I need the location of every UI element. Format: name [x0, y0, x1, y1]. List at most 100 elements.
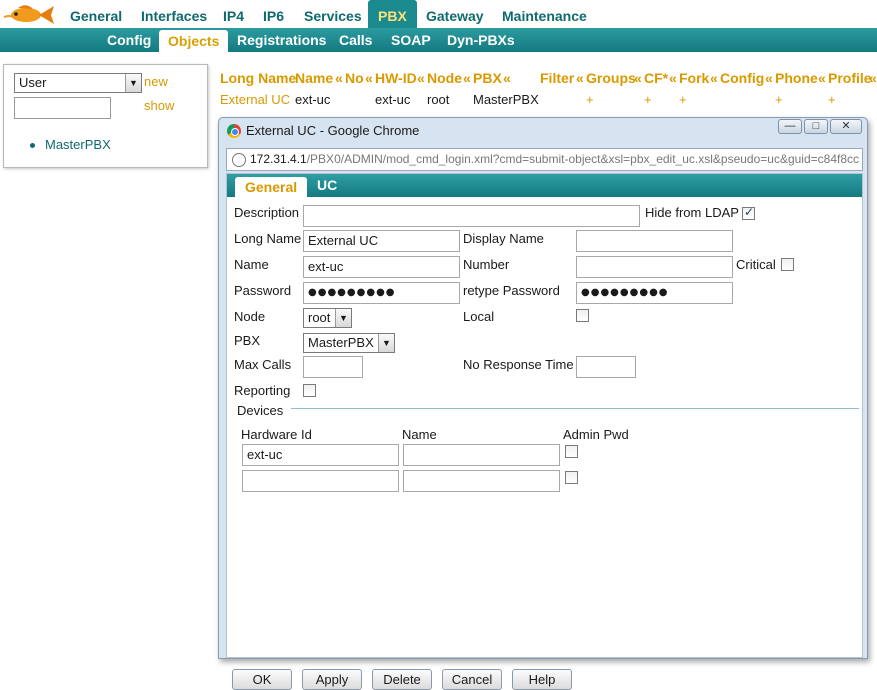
col-long-name[interactable]: Long Name	[220, 70, 296, 86]
device-name-input[interactable]	[403, 444, 560, 466]
device-hardware-id-input[interactable]	[242, 470, 399, 492]
nav-gateway[interactable]: Gateway	[426, 0, 484, 28]
tab-general[interactable]: General	[235, 177, 308, 197]
sort-icon[interactable]: «	[576, 70, 584, 86]
sort-icon[interactable]: «	[818, 70, 826, 86]
pbx-select[interactable]: MasterPBX ▼	[303, 333, 395, 353]
close-icon[interactable]: ✕	[830, 119, 862, 134]
subnav-soap[interactable]: SOAP	[391, 28, 431, 52]
object-type-select[interactable]: User ▼	[14, 73, 142, 93]
cancel-button[interactable]: Cancel	[442, 669, 502, 690]
devices-section-title: Devices	[237, 403, 284, 418]
sort-icon[interactable]: «	[503, 70, 511, 86]
hide-ldap-label: Hide from LDAP	[645, 205, 739, 220]
goldfish-logo-icon[interactable]	[2, 2, 56, 26]
col-config[interactable]: Config	[720, 70, 764, 86]
sort-icon[interactable]: «	[365, 70, 373, 86]
col-fork[interactable]: Fork	[679, 70, 709, 86]
new-link[interactable]: new	[144, 74, 168, 89]
subnav-objects[interactable]: Objects	[159, 30, 229, 52]
chevron-down-icon[interactable]: ▼	[335, 309, 351, 327]
minimize-icon[interactable]: —	[778, 119, 802, 134]
node-select-value: root	[308, 310, 331, 325]
name-label: Name	[234, 257, 269, 272]
col-no[interactable]: No	[345, 70, 364, 86]
sort-icon[interactable]: «	[634, 70, 642, 86]
help-button[interactable]: Help	[512, 669, 572, 690]
retype-password-label: retype Password	[463, 283, 560, 298]
device-name-input[interactable]	[403, 470, 560, 492]
col-cf[interactable]: CF*	[644, 70, 668, 86]
device-admin-pwd-checkbox[interactable]	[565, 445, 578, 458]
nav-maintenance[interactable]: Maintenance	[502, 0, 587, 28]
nav-interfaces[interactable]: Interfaces	[141, 0, 207, 28]
chevron-down-icon[interactable]: ▼	[378, 334, 394, 352]
retype-password-input[interactable]: ●●●●●●●●●	[576, 282, 733, 304]
tab-uc[interactable]: UC	[317, 174, 337, 197]
nav-ip4[interactable]: IP4	[223, 0, 244, 28]
name-input[interactable]: ext-uc	[303, 256, 460, 278]
sort-icon[interactable]: «	[335, 70, 343, 86]
tree-item-masterpbx[interactable]: MasterPBX	[30, 137, 111, 152]
cf-add-icon[interactable]: +	[644, 92, 652, 107]
col-node[interactable]: Node	[427, 70, 462, 86]
profile-add-icon[interactable]: +	[828, 92, 836, 107]
phone-add-icon[interactable]: +	[775, 92, 783, 107]
cell-name: ext-uc	[295, 92, 331, 107]
critical-checkbox[interactable]	[781, 258, 794, 271]
no-response-time-label: No Response Time	[463, 357, 574, 372]
fork-add-icon[interactable]: +	[679, 92, 687, 107]
hide-ldap-checkbox[interactable]	[742, 205, 755, 220]
reporting-checkbox[interactable]	[303, 384, 316, 397]
long-name-input[interactable]: External UC	[303, 230, 460, 252]
sort-icon[interactable]: «	[710, 70, 718, 86]
node-select[interactable]: root ▼	[303, 308, 352, 328]
col-name[interactable]: Name	[295, 70, 333, 86]
sort-icon[interactable]: «	[669, 70, 677, 86]
device-admin-pwd-checkbox[interactable]	[565, 471, 578, 484]
critical-label: Critical	[736, 257, 776, 272]
top-nav: General Interfaces IP4 IP6 Services PBX …	[0, 0, 877, 28]
local-label: Local	[463, 309, 495, 324]
nav-pbx[interactable]: PBX	[368, 0, 417, 28]
device-hardware-id-input[interactable]: ext-uc	[242, 444, 399, 466]
filter-input[interactable]	[14, 97, 111, 119]
show-link[interactable]: show	[144, 98, 174, 113]
nav-services[interactable]: Services	[304, 0, 362, 28]
col-filter[interactable]: Filter	[540, 70, 574, 86]
groups-add-icon[interactable]: +	[586, 92, 594, 107]
nav-ip6[interactable]: IP6	[263, 0, 284, 28]
col-profile[interactable]: Profile	[828, 70, 872, 86]
delete-button[interactable]: Delete	[372, 669, 432, 690]
object-type-value: User	[19, 75, 47, 90]
cell-long-name[interactable]: External UC	[220, 92, 290, 107]
description-input[interactable]	[303, 205, 640, 227]
no-response-time-input[interactable]	[576, 356, 636, 378]
sort-icon[interactable]: «	[417, 70, 425, 86]
col-phone[interactable]: Phone	[775, 70, 818, 86]
ok-button[interactable]: OK	[232, 669, 292, 690]
address-bar[interactable]: 172.31.4.1/PBX0/ADMIN/mod_cmd_login.xml?…	[226, 148, 863, 171]
col-pbx[interactable]: PBX	[473, 70, 502, 86]
subnav-config[interactable]: Config	[107, 28, 151, 52]
chevron-down-icon[interactable]: ▼	[125, 74, 141, 92]
apply-button[interactable]: Apply	[302, 669, 362, 690]
subnav-dyn-pbxs[interactable]: Dyn-PBXs	[447, 28, 515, 52]
number-input[interactable]	[576, 256, 733, 278]
sort-icon[interactable]: «	[869, 70, 877, 86]
max-calls-label: Max Calls	[234, 357, 292, 372]
password-input[interactable]: ●●●●●●●●●	[303, 282, 460, 304]
max-calls-input[interactable]	[303, 356, 363, 378]
hardware-id-column: Hardware Id	[241, 427, 312, 442]
subnav-calls[interactable]: Calls	[339, 28, 372, 52]
maximize-icon[interactable]: □	[804, 119, 828, 134]
admin-pwd-column: Admin Pwd	[563, 427, 629, 442]
sort-icon[interactable]: «	[765, 70, 773, 86]
display-name-input[interactable]	[576, 230, 733, 252]
col-hw-id[interactable]: HW-ID	[375, 70, 417, 86]
local-checkbox[interactable]	[576, 309, 589, 322]
nav-general[interactable]: General	[70, 0, 122, 28]
col-groups[interactable]: Groups	[586, 70, 636, 86]
sort-icon[interactable]: «	[463, 70, 471, 86]
subnav-registrations[interactable]: Registrations	[237, 28, 326, 52]
